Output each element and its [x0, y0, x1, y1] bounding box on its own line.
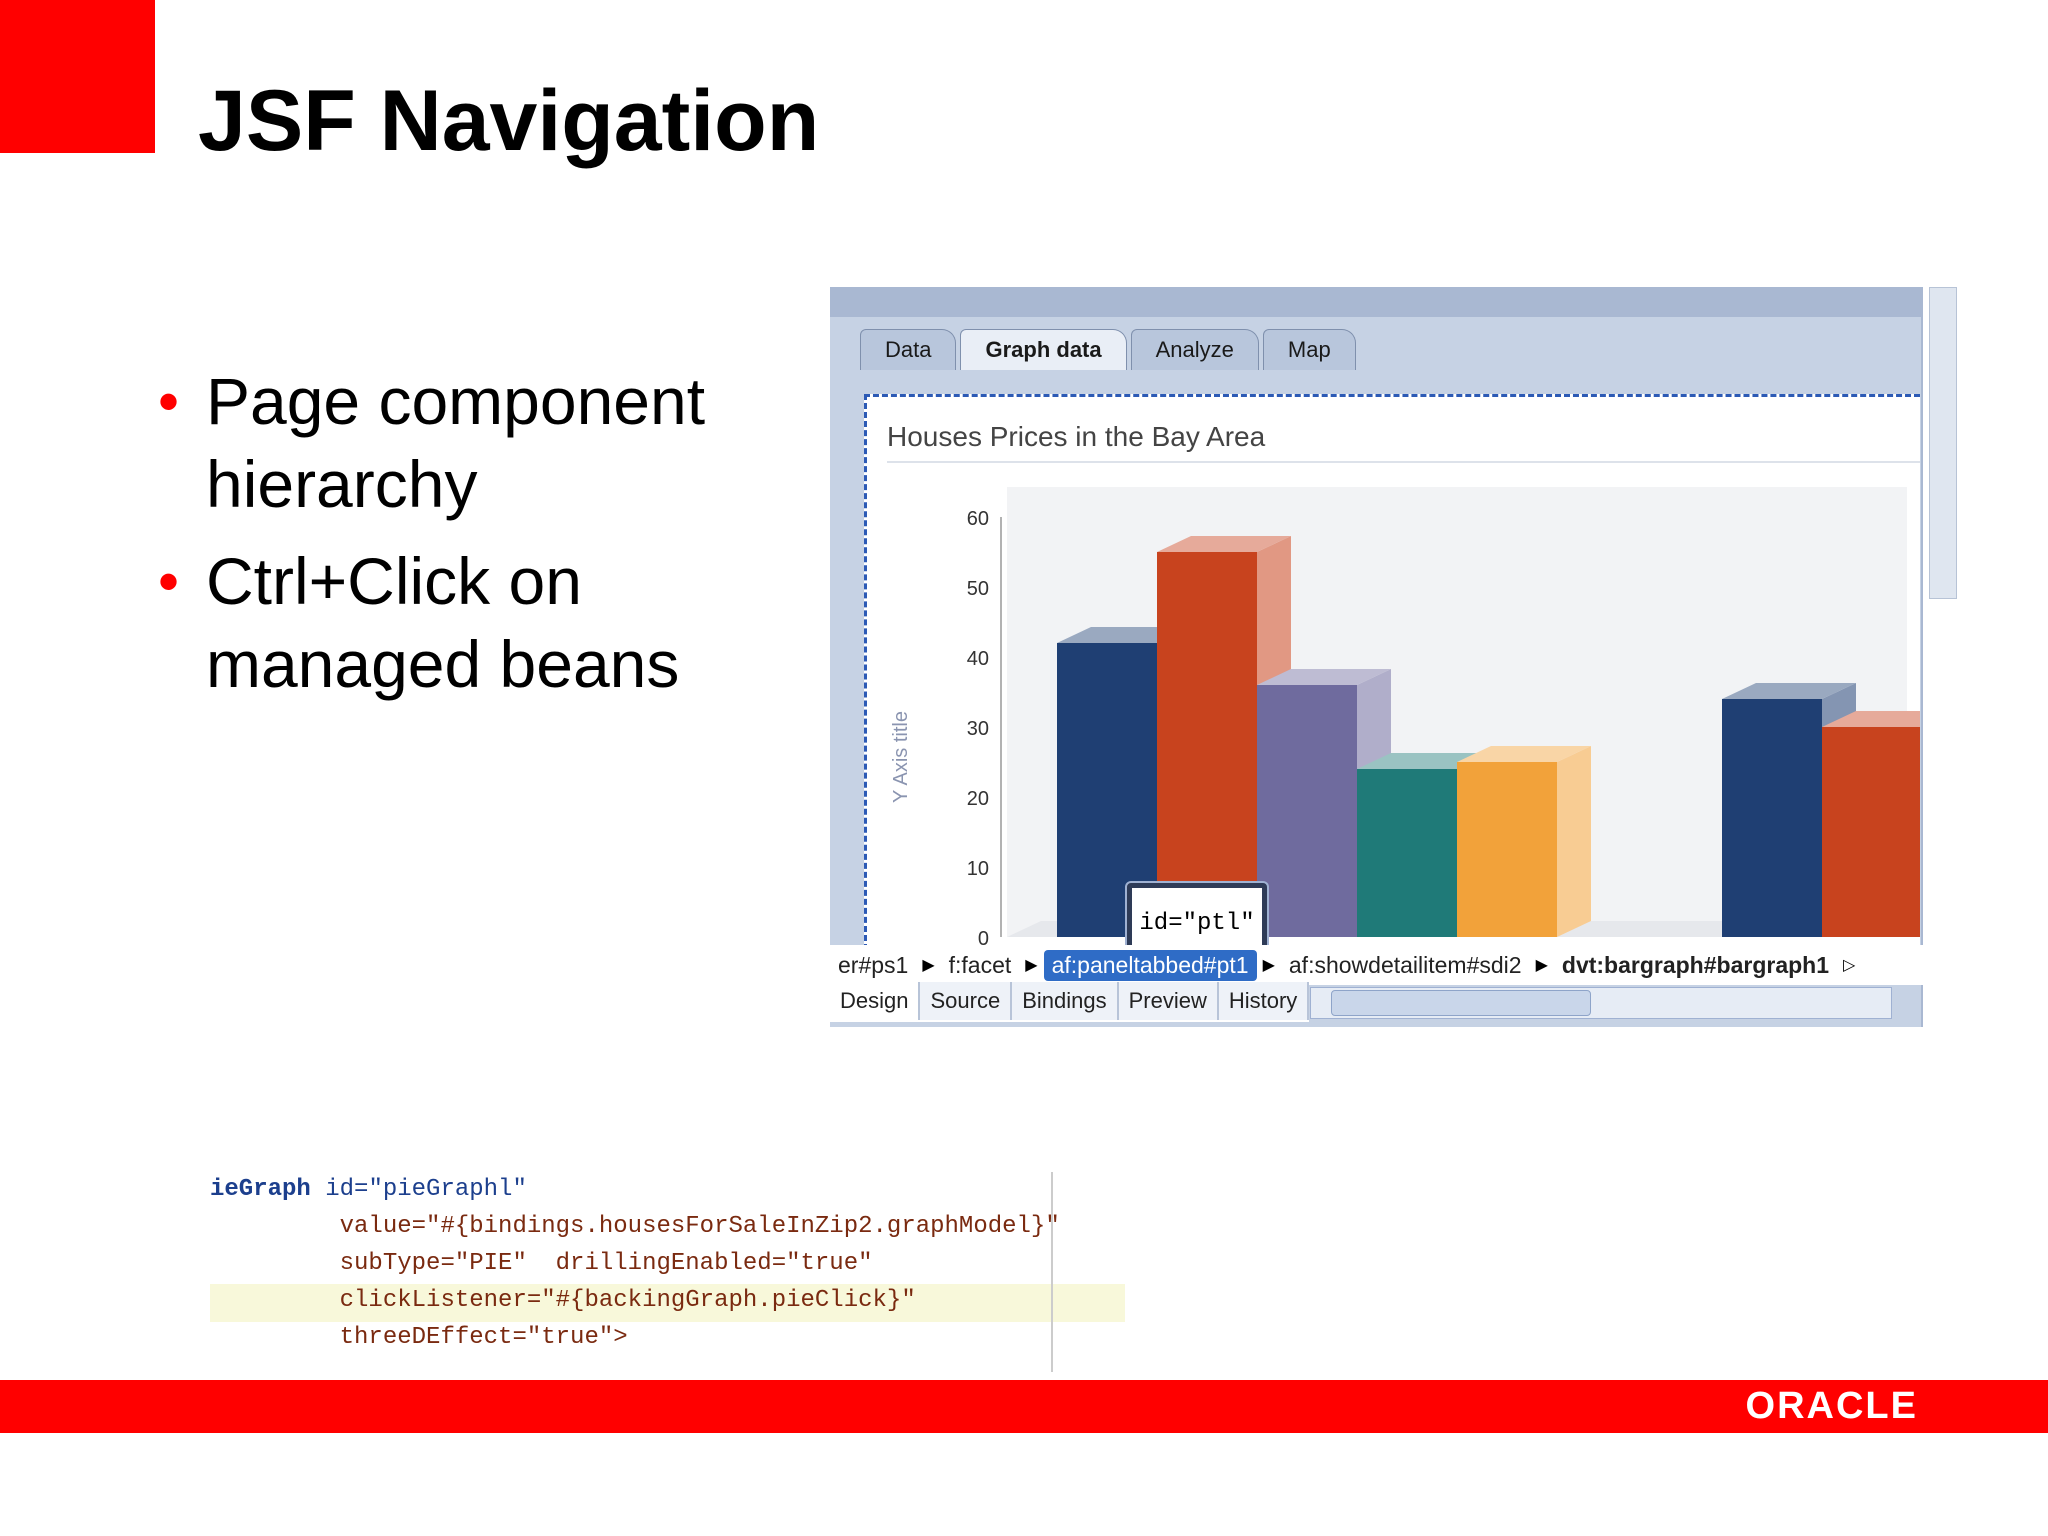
graph-tabs: Data Graph data Analyze Map [860, 329, 1360, 371]
breadcrumb-arrow-icon: ▶ [1262, 957, 1275, 974]
horizontal-scrollbar[interactable] [1310, 987, 1892, 1019]
bar [1822, 727, 1920, 937]
code-snippet: ieGraph id="pieGraphl" value="#{bindings… [210, 1172, 1125, 1372]
code-line: subType="PIE" drillingEnabled="true" [210, 1250, 873, 1277]
bullet-text: Page component hierarchy [206, 364, 706, 521]
tab-source[interactable]: Source [920, 982, 1013, 1020]
footer-bar: ORACLE [0, 1380, 2048, 1433]
bar [1157, 552, 1257, 937]
breadcrumb-arrow-icon: ▶ [922, 957, 935, 974]
y-tick-label: 30 [967, 718, 989, 740]
scroll-thumb[interactable] [1331, 990, 1591, 1016]
tab-design[interactable]: Design [830, 982, 921, 1020]
y-tick-label: 60 [967, 508, 989, 530]
y-tick-label: 10 [967, 858, 989, 880]
bullet-item: • Ctrl+Click on managed beans [150, 540, 790, 706]
breadcrumb-arrow-icon: ▶ [1025, 957, 1038, 974]
red-corner-accent [0, 0, 155, 153]
oracle-logo: ORACLE [1745, 1385, 1918, 1427]
bullet-item: • Page component hierarchy [150, 360, 790, 526]
breadcrumb-item-ps1[interactable]: er#ps1 [830, 952, 916, 979]
breadcrumb-item-showdetailitem[interactable]: af:showdetailitem#sdi2 [1281, 952, 1530, 979]
component-breadcrumb: er#ps1 ▶ f:facet ▶ af:paneltabbed#pt1 ▶ … [830, 945, 1923, 985]
breadcrumb-arrow-icon: ▶ [1535, 957, 1548, 974]
slide-title: JSF Navigation [198, 73, 820, 169]
breadcrumb-item-paneltabbed[interactable]: af:paneltabbed#pt1 [1043, 949, 1257, 981]
y-axis-title: Y Axis title [890, 711, 912, 803]
tab-history[interactable]: History [1218, 982, 1310, 1020]
bullet-text: Ctrl+Click on managed beans [206, 544, 680, 701]
bullet-icon: • [158, 548, 180, 615]
code-line: clickListener="#{backingGraph.pieClick}" [210, 1287, 916, 1314]
bullet-list: • Page component hierarchy • Ctrl+Click on… [150, 360, 790, 720]
bar [1457, 762, 1557, 937]
bar-side [1557, 746, 1591, 937]
ide-screenshot: Data Graph data Analyze Map Houses Price… [830, 287, 1963, 1027]
y-tick-label: 20 [967, 788, 989, 810]
code-line: value="#{bindings.housesForSaleInZip2.gr… [210, 1213, 1060, 1240]
bullet-icon: • [158, 368, 180, 435]
editor-tabs: Design Source Bindings Preview History [830, 982, 1310, 1022]
code-line: ieGraph id="pieGraphl" [210, 1176, 527, 1203]
bar [1722, 699, 1822, 937]
tab-analyze[interactable]: Analyze [1130, 329, 1259, 370]
bar-chart: 0102030405060Y Axis title [890, 487, 1920, 950]
ide-toolbar-strip [830, 287, 1963, 317]
vertical-scrollbar[interactable] [1921, 287, 1963, 1027]
graph-panel: Houses Prices in the Bay Area 0 10 20 30 40 5… [864, 394, 1920, 959]
breadcrumb-overflow-icon[interactable]: ▷ [1837, 955, 1861, 975]
tab-preview[interactable]: Preview [1118, 982, 1219, 1020]
breadcrumb-item-bargraph[interactable]: dvt:bargraph#bargraph1 [1554, 952, 1837, 979]
y-tick-label: 50 [967, 578, 989, 600]
code-line: threeDEffect="true"> [210, 1324, 628, 1351]
tab-map[interactable]: Map [1262, 329, 1356, 370]
y-tick-label: 40 [967, 648, 989, 670]
tab-graph-data[interactable]: Graph data [960, 329, 1127, 370]
tab-bindings[interactable]: Bindings [1012, 982, 1119, 1020]
scroll-thumb[interactable] [1929, 287, 1957, 599]
breadcrumb-item-facet[interactable]: f:facet [941, 952, 1020, 979]
bar [1257, 685, 1357, 937]
bar [1357, 769, 1457, 937]
editor-margin-line [1051, 1172, 1053, 1372]
tab-data[interactable]: Data [860, 329, 957, 370]
